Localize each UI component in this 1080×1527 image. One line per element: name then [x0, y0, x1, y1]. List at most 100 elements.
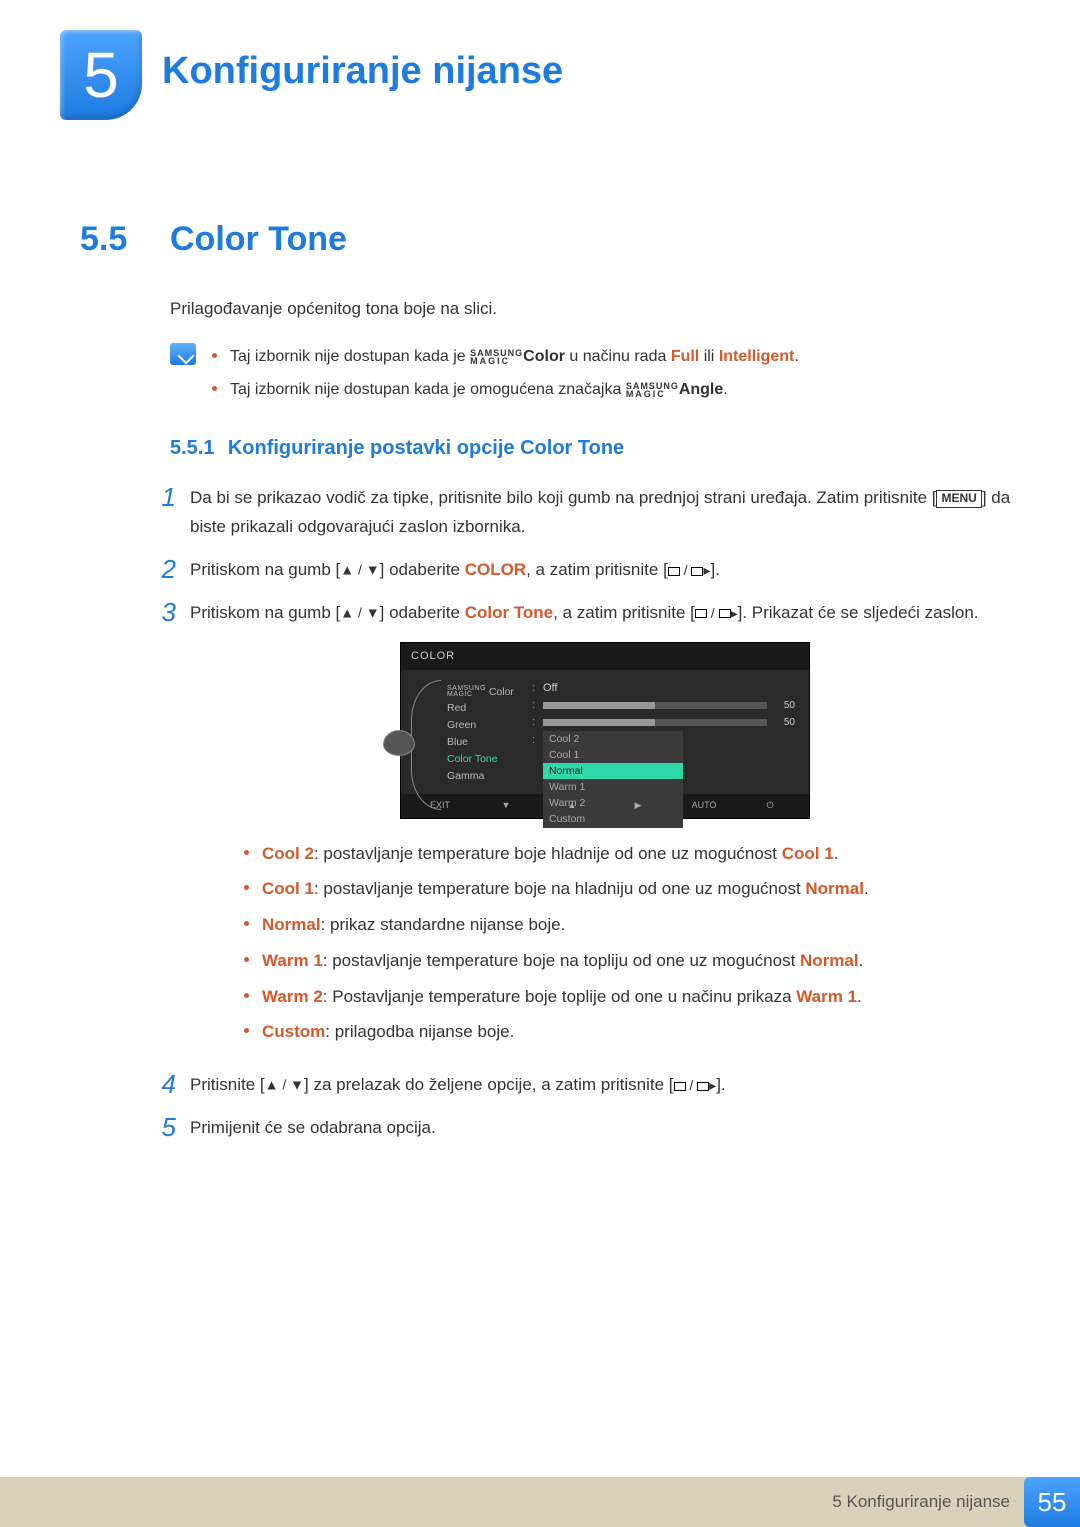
step-text: ].: [711, 560, 720, 579]
step-text: , a zatim pritisnite [: [553, 603, 695, 622]
osd-slider-value: 50: [773, 697, 795, 714]
osd-option-selected: Normal: [543, 763, 683, 779]
note-bold: Color: [523, 348, 565, 365]
osd-menu-item: SAMSUNGMAGIC Color: [447, 684, 526, 701]
subsection-header: 5.5.1 Konfiguriranje postavki opcije Col…: [170, 437, 1020, 460]
bullet-text: : postavljanje temperature boje hladnije…: [314, 844, 782, 863]
up-down-glyph: ▲ / ▼: [340, 605, 379, 621]
section-title: Color Tone: [170, 220, 347, 259]
chapter-title: Konfiguriranje nijanse: [162, 30, 563, 93]
note-text: u načinu rada: [565, 348, 671, 365]
bullet-keyword: Cool 2: [262, 844, 314, 863]
step-number: 5: [150, 1114, 190, 1140]
osd-preview: COLOR SAMSUNGMAGIC Color Red Green Blue …: [400, 642, 810, 819]
note-text: Taj izbornik nije dostupan kada je omogu…: [230, 381, 626, 398]
section-number: 5.5: [80, 220, 170, 259]
bullet-item: Warm 2: Postavljanje temperature boje to…: [244, 982, 1020, 1012]
palette-icon: [383, 730, 415, 756]
bullet-item: Cool 1: postavljanje temperature boje na…: [244, 874, 1020, 904]
step-body: Pritisnite [▲ / ▼] za prelazak do željen…: [190, 1071, 1020, 1100]
bullet-text: .: [859, 951, 864, 970]
note-icon: [170, 343, 196, 365]
note-keyword: Full: [671, 348, 699, 365]
bullet-text: : postavljanje temperature boje na topli…: [323, 951, 800, 970]
step-body: Da bi se prikazao vodič za tipke, pritis…: [190, 484, 1020, 542]
bullet-text: : prikaz standardne nijanse boje.: [321, 915, 566, 934]
osd-menu-item: Green: [447, 717, 526, 734]
bullet-text: : postavljanje temperature boje na hladn…: [314, 879, 805, 898]
subsection-title: Konfiguriranje postavki opcije Color Ton…: [228, 437, 624, 459]
osd-option: Custom: [543, 811, 683, 827]
chapter-header: 5 Konfiguriranje nijanse: [60, 30, 1020, 120]
step-1: 1 Da bi se prikazao vodič za tipke, prit…: [150, 484, 1020, 542]
bullet-item: Custom: prilagodba nijanse boje.: [244, 1017, 1020, 1047]
footer-page-number: 55: [1024, 1477, 1080, 1527]
enter-glyph: / ▸: [674, 1077, 717, 1093]
step-body: Pritiskom na gumb [▲ / ▼] odaberite Colo…: [190, 599, 1020, 1057]
osd-slider: [543, 719, 767, 726]
section-intro: Prilagođavanje općenitog tona boje na sl…: [170, 299, 1020, 319]
step-text: Da bi se prikazao vodič za tipke, pritis…: [190, 488, 936, 507]
subsection-number: 5.5.1: [170, 437, 214, 459]
up-down-glyph: ▲ / ▼: [265, 1077, 304, 1093]
step-text: Pritiskom na gumb [: [190, 560, 340, 579]
step-number: 1: [150, 484, 190, 510]
bullet-text: .: [857, 987, 862, 1006]
osd-footer-btn: ▶: [605, 798, 671, 813]
osd-slider: [543, 702, 767, 709]
enter-glyph: / ▸: [668, 562, 711, 578]
note-keyword: Intelligent: [719, 348, 795, 365]
osd-left-panel: SAMSUNGMAGIC Color Red Green Blue Color …: [411, 680, 526, 785]
bullet-keyword: Normal: [805, 879, 864, 898]
step-3: 3 Pritiskom na gumb [▲ / ▼] odaberite Co…: [150, 599, 1020, 1057]
bullet-item: Normal: prikaz standardne nijanse boje.: [244, 910, 1020, 940]
step-text: ]. Prikazat će se sljedeći zaslon.: [738, 603, 979, 622]
step-number: 3: [150, 599, 190, 625]
samsung-magic-label: SAMSUNGMAGIC: [626, 382, 679, 398]
bullet-text: .: [864, 879, 869, 898]
bullet-keyword: Warm 2: [262, 987, 323, 1006]
osd-option: Cool 2: [543, 731, 683, 747]
step-keyword: Color Tone: [465, 603, 553, 622]
step-2: 2 Pritiskom na gumb [▲ / ▼] odaberite CO…: [150, 556, 1020, 585]
osd-menu-item: Red: [447, 700, 526, 717]
chapter-number-badge: 5: [60, 30, 142, 120]
step-4: 4 Pritisnite [▲ / ▼] za prelazak do želj…: [150, 1071, 1020, 1100]
bullet-text: : prilagodba nijanse boje.: [325, 1022, 514, 1041]
step-text: ] odaberite: [380, 560, 465, 579]
step-keyword: COLOR: [465, 560, 526, 579]
osd-value-off: Off: [543, 679, 557, 698]
note-text: ili: [699, 348, 719, 365]
bullet-keyword: Warm 1: [796, 987, 857, 1006]
page-footer: 5 Konfiguriranje nijanse 55: [0, 1477, 1080, 1527]
osd-footer-btn: ⏻: [737, 798, 803, 813]
step-number: 4: [150, 1071, 190, 1097]
note-text: .: [723, 381, 727, 398]
bullet-keyword: Warm 1: [262, 951, 323, 970]
osd-right-panel: :Off :50 :50 : Cool 2 Cool 1 Normal Warm…: [532, 680, 795, 785]
footer-text: 5 Konfiguriranje nijanse: [832, 1492, 1024, 1512]
note-bold: Angle: [679, 381, 723, 398]
note-item: Taj izbornik nije dostupan kada je SAMSU…: [212, 343, 799, 370]
bullet-text: : Postavljanje temperature boje toplije …: [323, 987, 796, 1006]
up-down-glyph: ▲ / ▼: [340, 562, 379, 578]
step-body: Pritiskom na gumb [▲ / ▼] odaberite COLO…: [190, 556, 1020, 585]
menu-button-glyph: MENU: [936, 490, 981, 508]
osd-option: Warm 1: [543, 779, 683, 795]
step-text: ] odaberite: [380, 603, 465, 622]
osd-menu-item: Gamma: [447, 768, 526, 785]
note-item: Taj izbornik nije dostupan kada je omogu…: [212, 376, 799, 403]
step-text: Pritisnite [: [190, 1075, 265, 1094]
step-number: 2: [150, 556, 190, 582]
osd-curve-decoration: [411, 680, 441, 810]
note-block: Taj izbornik nije dostupan kada je SAMSU…: [170, 343, 1020, 409]
step-text: Primijenit će se odabrana opcija.: [190, 1118, 436, 1137]
step-body: Primijenit će se odabrana opcija.: [190, 1114, 1020, 1143]
section-header: 5.5 Color Tone: [80, 220, 1020, 259]
step-text: , a zatim pritisnite [: [526, 560, 668, 579]
step-text: Pritiskom na gumb [: [190, 603, 340, 622]
osd-footer-btn: ▲: [539, 798, 605, 813]
note-text: Taj izbornik nije dostupan kada je: [230, 348, 470, 365]
osd-footer-btn: AUTO: [671, 798, 737, 813]
step-5: 5 Primijenit će se odabrana opcija.: [150, 1114, 1020, 1143]
